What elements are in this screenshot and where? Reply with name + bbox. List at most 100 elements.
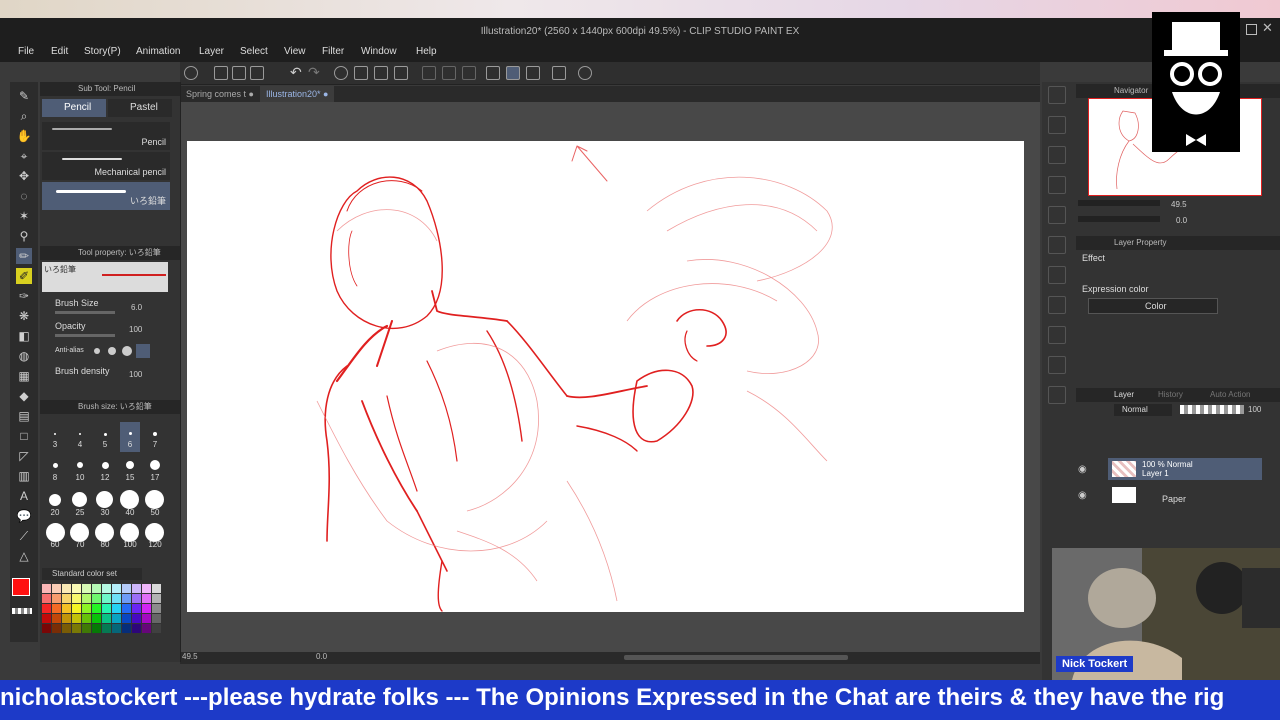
color-swatch[interactable] — [72, 604, 81, 613]
color-swatch[interactable] — [122, 614, 131, 623]
color-set-select[interactable]: Standard color set — [42, 568, 142, 580]
zoom-icon[interactable]: ⌕ — [16, 108, 32, 124]
size-dot[interactable] — [54, 433, 56, 435]
size-dot[interactable] — [129, 432, 132, 435]
clear-icon[interactable] — [354, 66, 368, 80]
text-icon[interactable]: A — [16, 488, 32, 504]
color-swatch[interactable] — [102, 594, 111, 603]
menu-file[interactable]: File — [18, 46, 34, 57]
size-dot[interactable] — [72, 492, 87, 507]
color-swatch[interactable] — [82, 614, 91, 623]
color-swatch[interactable] — [92, 614, 101, 623]
deselect-icon[interactable] — [422, 66, 436, 80]
navigator-zoom-value[interactable]: 49.5 — [1171, 200, 1187, 209]
lasso-icon[interactable]: ◌ — [16, 188, 32, 204]
open-icon[interactable] — [232, 66, 246, 80]
color-swatch[interactable] — [92, 624, 101, 633]
color-swatch[interactable] — [112, 584, 121, 593]
color-swatch-grid[interactable] — [42, 584, 170, 644]
color-swatch[interactable] — [102, 624, 111, 633]
color-swatch[interactable] — [72, 624, 81, 633]
color-swatch[interactable] — [62, 584, 71, 593]
antialias-none[interactable] — [94, 348, 100, 354]
opacity-slider[interactable] — [55, 334, 115, 337]
brush-density-value[interactable]: 100 — [129, 370, 142, 379]
color-swatch[interactable] — [122, 594, 131, 603]
brush-icon[interactable]: ✐ — [16, 268, 32, 284]
menu-window[interactable]: Window — [361, 46, 397, 57]
pencil-icon[interactable]: ✏ — [16, 248, 32, 264]
navigator-icon[interactable] — [1048, 86, 1066, 104]
blend-icon[interactable]: ◍ — [16, 348, 32, 364]
menu-filter[interactable]: Filter — [322, 46, 344, 57]
color-swatch[interactable] — [122, 624, 131, 633]
operation-icon[interactable]: ⌖ — [16, 148, 32, 164]
color-swatch[interactable] — [72, 584, 81, 593]
color-swatch[interactable] — [152, 604, 161, 613]
layer-row[interactable]: 100 % Normal Layer 1 — [1108, 458, 1262, 480]
material-icon[interactable] — [1048, 206, 1066, 224]
antialias-medium[interactable] — [122, 346, 132, 356]
color-swatch[interactable] — [62, 604, 71, 613]
size-dot[interactable] — [104, 433, 107, 436]
material-icon[interactable] — [1048, 236, 1066, 254]
settings-icon[interactable] — [578, 66, 592, 80]
color-swatch[interactable] — [152, 624, 161, 633]
correct-line-icon[interactable]: ⟋ — [16, 528, 32, 544]
crop-icon[interactable] — [462, 66, 476, 80]
color-swatch[interactable] — [142, 604, 151, 613]
snap-ruler-icon[interactable] — [506, 66, 520, 80]
brush-iro-enpitsu[interactable]: いろ鉛筆 — [42, 182, 170, 210]
color-swatch[interactable] — [42, 604, 51, 613]
antialias-weak[interactable] — [108, 347, 116, 355]
size-dot[interactable] — [102, 462, 109, 469]
menu-animation[interactable]: Animation — [136, 46, 180, 57]
tab-pencil[interactable]: Pencil — [42, 99, 106, 117]
color-swatch[interactable] — [82, 594, 91, 603]
color-swatch[interactable] — [72, 614, 81, 623]
zoom-readout[interactable]: 49.5 — [182, 652, 198, 661]
frame-icon[interactable]: ◸ — [16, 448, 32, 464]
transform-icon[interactable] — [394, 66, 408, 80]
menu-edit[interactable]: Edit — [51, 46, 68, 57]
redo-icon[interactable]: ↷ — [308, 64, 320, 81]
color-swatch[interactable] — [82, 584, 91, 593]
color-swatch[interactable] — [152, 594, 161, 603]
color-swatch[interactable] — [92, 594, 101, 603]
color-swatch[interactable] — [112, 624, 121, 633]
brush-mechanical-pencil[interactable]: Mechanical pencil — [42, 152, 170, 180]
color-swatch[interactable] — [132, 584, 141, 593]
color-swatch[interactable] — [112, 604, 121, 613]
color-swatch[interactable] — [102, 604, 111, 613]
eraser-icon[interactable]: ◧ — [16, 328, 32, 344]
close-button[interactable]: ✕ — [1262, 20, 1273, 36]
loading-icon[interactable] — [334, 66, 348, 80]
gradient-icon[interactable]: ▤ — [16, 408, 32, 424]
color-swatch[interactable] — [82, 624, 91, 633]
color-swatch[interactable] — [72, 594, 81, 603]
color-swatch[interactable] — [112, 614, 121, 623]
balloon-icon[interactable]: 💬 — [16, 508, 32, 524]
size-dot[interactable] — [79, 433, 81, 435]
main-color-swatch[interactable] — [12, 578, 30, 596]
color-swatch[interactable] — [142, 624, 151, 633]
color-swatch[interactable] — [132, 624, 141, 633]
color-swatch[interactable] — [62, 614, 71, 623]
expression-color-select[interactable]: Color — [1088, 298, 1218, 314]
snap-special-icon[interactable] — [526, 66, 540, 80]
tab-layer[interactable]: Layer — [1114, 390, 1134, 399]
antialias-strong[interactable] — [136, 344, 150, 358]
color-swatch[interactable] — [62, 624, 71, 633]
maximize-button[interactable] — [1246, 24, 1257, 35]
eyedropper-icon[interactable]: ⚲ — [16, 228, 32, 244]
color-swatch[interactable] — [42, 594, 51, 603]
size-dot[interactable] — [120, 490, 139, 509]
menu-layer[interactable]: Layer — [199, 46, 224, 57]
transparent-color-icon[interactable] — [12, 608, 32, 614]
tab-spring[interactable]: Spring comes t ● — [180, 86, 260, 102]
smartphone-icon[interactable] — [552, 66, 566, 80]
material-icon[interactable] — [1048, 356, 1066, 374]
material-icon[interactable] — [1048, 326, 1066, 344]
navigator-rotate-value[interactable]: 0.0 — [1176, 216, 1187, 225]
size-dot[interactable] — [126, 461, 134, 469]
